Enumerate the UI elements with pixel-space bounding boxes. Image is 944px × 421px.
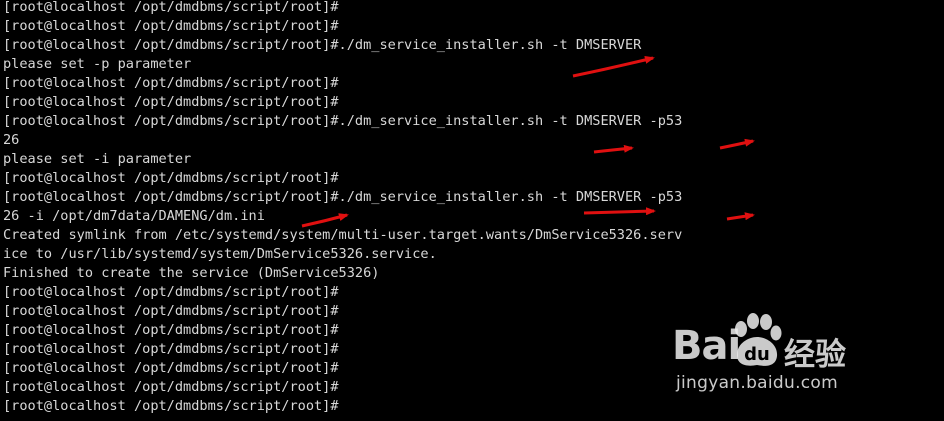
terminal-line: [root@localhost /opt/dmdbms/script/root]… — [3, 284, 339, 300]
red-arrow-icon — [726, 212, 755, 221]
terminal-line: [root@localhost /opt/dmdbms/script/root]… — [3, 75, 339, 91]
terminal-line: [root@localhost /opt/dmdbms/script/root]… — [3, 0, 339, 15]
terminal-line: please set -i parameter — [3, 151, 192, 167]
terminal-line: 26 -i /opt/dm7data/DAMENG/dm.ini — [3, 208, 265, 224]
paw-icon: du — [735, 313, 782, 366]
terminal-line: [root@localhost /opt/dmdbms/script/root]… — [3, 37, 642, 53]
terminal-line: 26 — [3, 132, 20, 148]
terminal-line: [root@localhost /opt/dmdbms/script/root]… — [3, 94, 339, 110]
terminal-line: Created symlink from /etc/systemd/system… — [3, 227, 683, 243]
terminal-line: please set -p parameter — [3, 56, 192, 72]
baidu-jingyan-watermark: Bai du 经验 jingyan.baidu.com — [672, 311, 902, 401]
terminal-line: [root@localhost /opt/dmdbms/script/root]… — [3, 341, 339, 357]
terminal-line: [root@localhost /opt/dmdbms/script/root]… — [3, 360, 339, 376]
terminal-line: [root@localhost /opt/dmdbms/script/root]… — [3, 170, 339, 186]
svg-text:du: du — [744, 344, 770, 365]
terminal-line: [root@localhost /opt/dmdbms/script/root]… — [3, 189, 683, 205]
terminal-line: [root@localhost /opt/dmdbms/script/root]… — [3, 379, 339, 395]
terminal-line: ice to /usr/lib/systemd/system/DmService… — [3, 246, 437, 262]
terminal-output: [root@localhost /opt/dmdbms/script/root]… — [3, 0, 682, 416]
terminal-line: [root@localhost /opt/dmdbms/script/root]… — [3, 18, 339, 34]
terminal-window[interactable]: [root@localhost /opt/dmdbms/script/root]… — [0, 0, 944, 421]
terminal-line: [root@localhost /opt/dmdbms/script/root]… — [3, 398, 339, 414]
terminal-line: [root@localhost /opt/dmdbms/script/root]… — [3, 322, 339, 338]
terminal-line: Finished to create the service (DmServic… — [3, 265, 380, 281]
watermark-chinese-label: 经验 — [784, 337, 846, 373]
terminal-line: [root@localhost /opt/dmdbms/script/root]… — [3, 113, 683, 129]
terminal-line: [root@localhost /opt/dmdbms/script/root]… — [3, 303, 339, 319]
watermark-url: jingyan.baidu.com — [676, 373, 838, 393]
red-arrow-icon — [719, 138, 755, 150]
